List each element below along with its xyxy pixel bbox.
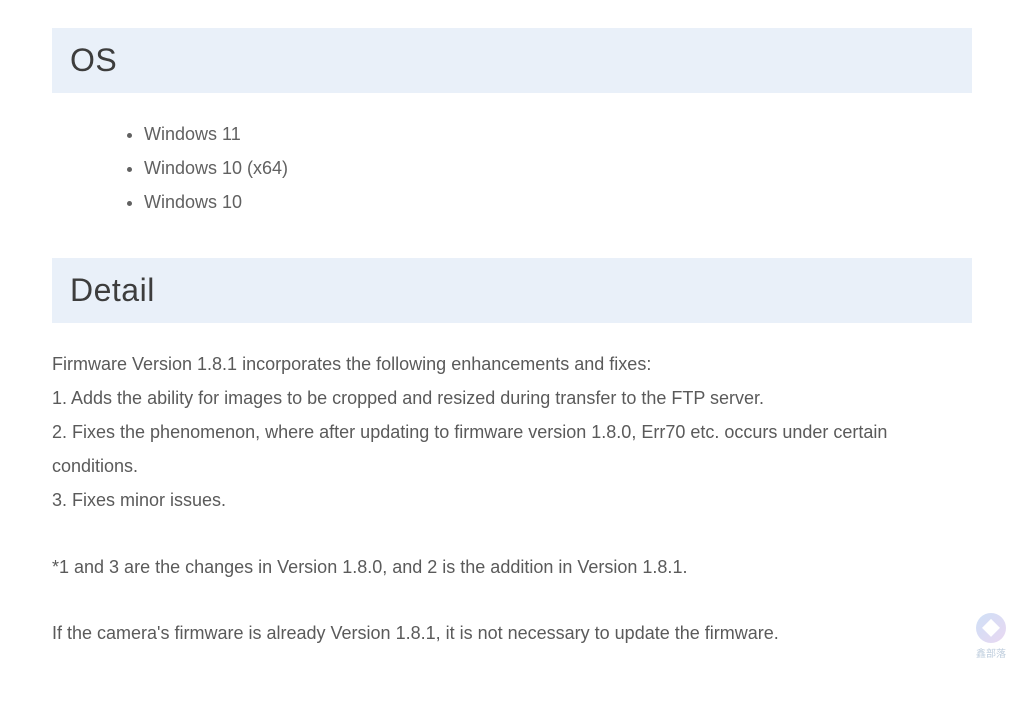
list-item: Windows 11 [144,117,972,151]
detail-block-changes: Firmware Version 1.8.1 incorporates the … [52,347,972,518]
detail-section-header: Detail [52,258,972,323]
detail-intro: Firmware Version 1.8.1 incorporates the … [52,347,972,381]
detail-change-item: 2. Fixes the phenomenon, where after upd… [52,415,972,483]
list-item: Windows 10 (x64) [144,151,972,185]
os-list: Windows 11 Windows 10 (x64) Windows 10 [52,117,972,220]
detail-note: *1 and 3 are the changes in Version 1.8.… [52,550,972,584]
detail-change-item: 3. Fixes minor issues. [52,483,972,517]
detail-final: If the camera's firmware is already Vers… [52,616,972,650]
page-container: OS Windows 11 Windows 10 (x64) Windows 1… [0,0,1024,722]
detail-content: Firmware Version 1.8.1 incorporates the … [52,347,972,650]
list-item: Windows 10 [144,185,972,219]
watermark-text: 鑫部落 [976,645,1006,660]
os-section-header: OS [52,28,972,93]
detail-section-title: Detail [70,272,954,309]
detail-change-item: 1. Adds the ability for images to be cro… [52,381,972,415]
os-section-title: OS [70,42,954,79]
detail-block-note: *1 and 3 are the changes in Version 1.8.… [52,550,972,584]
watermark: 鑫部落 [976,613,1006,660]
detail-block-final: If the camera's firmware is already Vers… [52,616,972,650]
